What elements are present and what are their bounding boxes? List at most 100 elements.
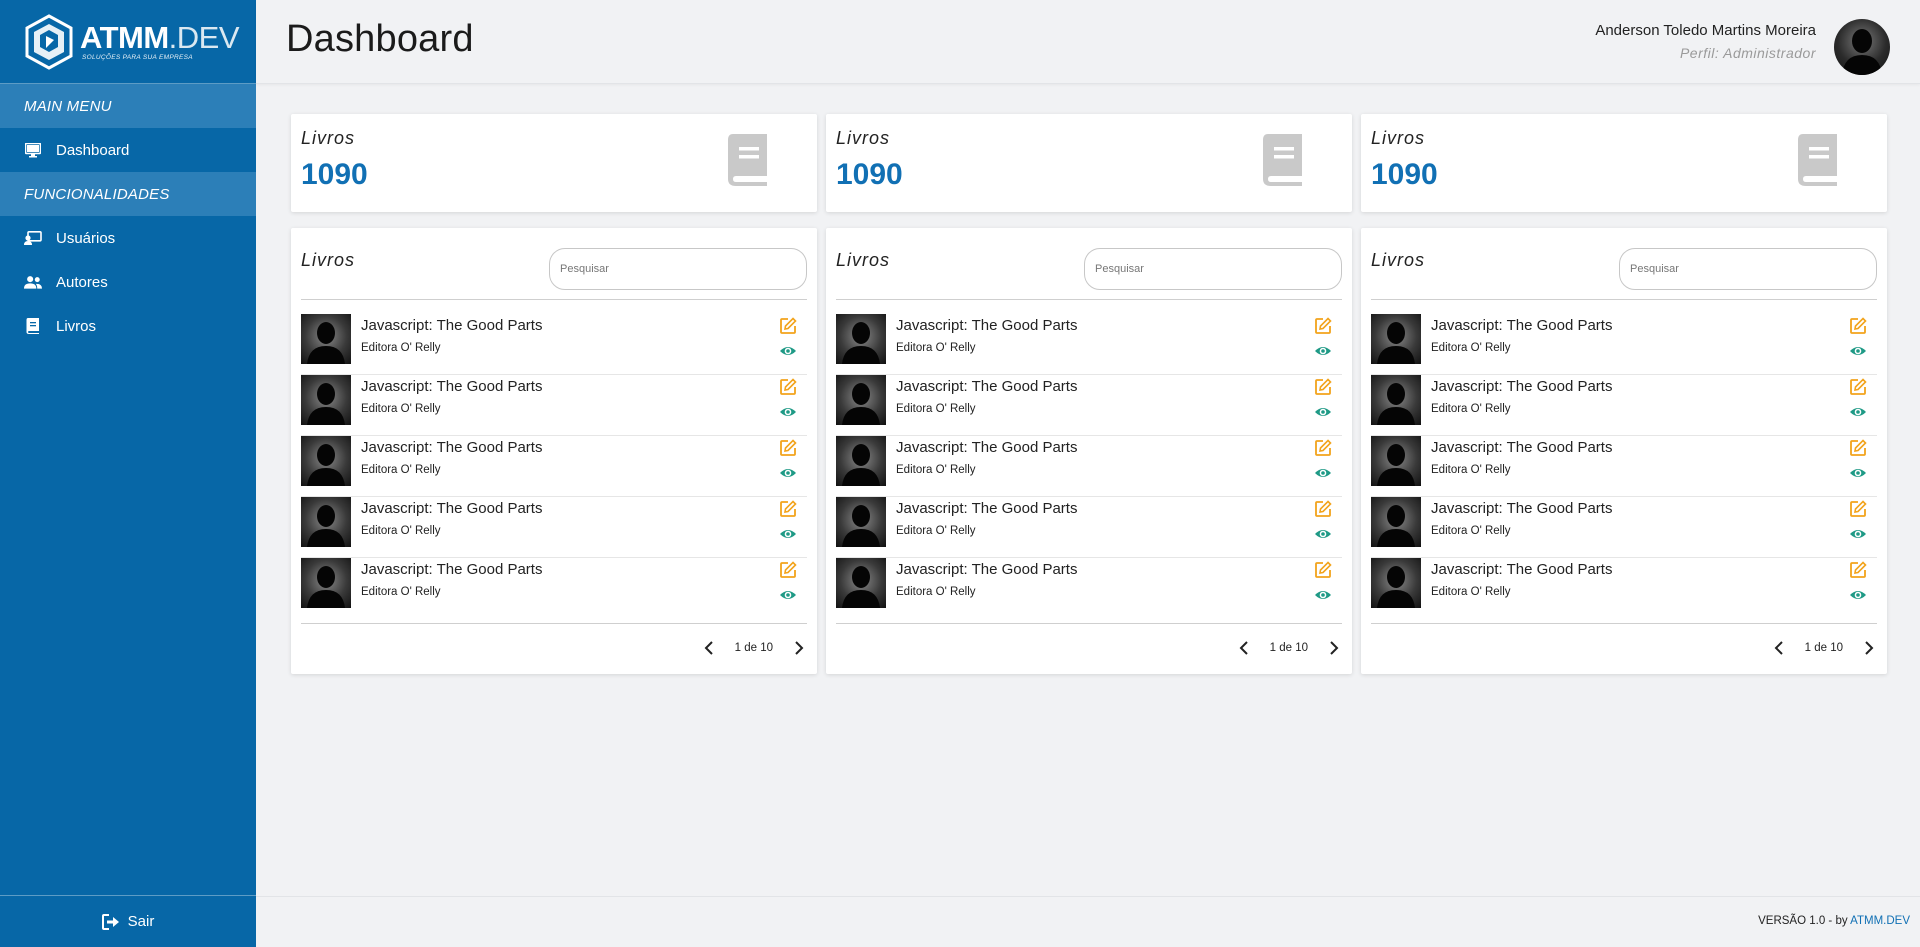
book-publisher: Editora O' Relly [1431,403,1511,415]
list-item[interactable]: Javascript: The Good Parts Editora O' Rel… [1371,558,1877,619]
edit-icon[interactable] [1314,378,1332,396]
eye-icon[interactable] [779,586,797,604]
chevron-right-icon[interactable] [791,640,807,656]
list-item[interactable]: Javascript: The Good Parts Editora O' Rel… [836,558,1342,619]
sidebar-item-autores[interactable]: Autores [0,260,256,304]
eye-icon[interactable] [779,525,797,543]
sidebar-item-livros[interactable]: Livros [0,304,256,348]
sidebar-item-label: Autores [56,273,108,291]
book-title: Javascript: The Good Parts [361,439,543,456]
book-thumbnail [301,436,351,486]
chevron-right-icon[interactable] [1326,640,1342,656]
user-silhouette-icon [1377,383,1415,425]
edit-icon[interactable] [1314,439,1332,457]
book-thumbnail [836,497,886,547]
eye-icon[interactable] [1849,464,1867,482]
page-indicator: 1 de 10 [734,642,773,654]
list-item[interactable]: Javascript: The Good Parts Editora O' Rel… [1371,314,1877,375]
chevron-left-icon[interactable] [701,640,717,656]
book-publisher: Editora O' Relly [896,586,976,598]
user-silhouette-icon [307,322,345,364]
edit-icon[interactable] [1314,561,1332,579]
book-thumbnail [1371,375,1421,425]
eye-icon[interactable] [1314,464,1332,482]
list-title: Livros [301,250,356,270]
book-title: Javascript: The Good Parts [896,561,1078,578]
eye-icon[interactable] [779,464,797,482]
book-thumbnail [301,497,351,547]
brand-logo[interactable]: ATMM.DEV SOLUÇÕES PARA SUA EMPRESA [0,0,256,84]
edit-icon[interactable] [779,439,797,457]
edit-icon[interactable] [1849,500,1867,518]
list-item[interactable]: Javascript: The Good Parts Editora O' Rel… [836,436,1342,497]
list-item[interactable]: Javascript: The Good Parts Editora O' Rel… [301,558,807,619]
eye-icon[interactable] [1849,525,1867,543]
book-title: Javascript: The Good Parts [361,378,543,395]
edit-icon[interactable] [1314,500,1332,518]
eye-icon[interactable] [779,342,797,360]
book-thumbnail [836,375,886,425]
edit-icon[interactable] [1849,317,1867,335]
user-silhouette-icon [842,444,880,486]
search-input[interactable] [1619,248,1877,290]
list-item[interactable]: Javascript: The Good Parts Editora O' Rel… [301,497,807,558]
list-item[interactable]: Javascript: The Good Parts Editora O' Rel… [301,436,807,497]
edit-icon[interactable] [779,378,797,396]
eye-icon[interactable] [1849,342,1867,360]
book-list-card: Livros Javascript: The Good Parts Editora… [826,228,1352,674]
footer-link[interactable]: ATMM.DEV [1850,915,1910,927]
logout-button[interactable]: Sair [0,895,256,947]
stat-value: 1090 [1371,158,1438,191]
book-thumbnail [836,436,886,486]
book-publisher: Editora O' Relly [896,403,976,415]
edit-icon[interactable] [1849,439,1867,457]
book-title: Javascript: The Good Parts [1431,500,1613,517]
stat-value: 1090 [301,158,368,191]
eye-icon[interactable] [1314,586,1332,604]
eye-icon[interactable] [1314,403,1332,421]
edit-icon[interactable] [779,317,797,335]
users-admin-icon [24,229,42,247]
edit-icon[interactable] [1849,561,1867,579]
list-item[interactable]: Javascript: The Good Parts Editora O' Rel… [301,314,807,375]
book-publisher: Editora O' Relly [1431,586,1511,598]
sidebar-item-usuarios[interactable]: Usuários [0,216,256,260]
eye-icon[interactable] [1849,586,1867,604]
version-text: VERSÃO 1.0 - by ATMM.DEV [1758,915,1910,927]
list-item[interactable]: Javascript: The Good Parts Editora O' Rel… [1371,497,1877,558]
pagination: 1 de 10 [1236,638,1342,658]
user-silhouette-icon [1377,444,1415,486]
edit-icon[interactable] [779,561,797,579]
sidebar-item-dashboard[interactable]: Dashboard [0,128,256,172]
list-item[interactable]: Javascript: The Good Parts Editora O' Rel… [836,375,1342,436]
book-list-card: Livros Javascript: The Good Parts Editora… [1361,228,1887,674]
search-input[interactable] [549,248,807,290]
list-title: Livros [1371,250,1426,270]
book-icon [24,317,42,335]
list-item[interactable]: Javascript: The Good Parts Editora O' Rel… [1371,436,1877,497]
chevron-left-icon[interactable] [1771,640,1787,656]
stat-card: Livros 1090 [1361,114,1887,212]
book-publisher: Editora O' Relly [361,403,441,415]
edit-icon[interactable] [1849,378,1867,396]
list-item[interactable]: Javascript: The Good Parts Editora O' Rel… [836,314,1342,375]
edit-icon[interactable] [779,500,797,518]
list-item[interactable]: Javascript: The Good Parts Editora O' Rel… [301,375,807,436]
chevron-right-icon[interactable] [1861,640,1877,656]
eye-icon[interactable] [1314,525,1332,543]
eye-icon[interactable] [1849,403,1867,421]
stat-label: Livros [836,128,891,148]
eye-icon[interactable] [1314,342,1332,360]
stat-label: Livros [301,128,356,148]
avatar[interactable] [1834,19,1890,75]
sidebar-item-label: Livros [56,317,97,335]
list-item[interactable]: Javascript: The Good Parts Editora O' Rel… [1371,375,1877,436]
eye-icon[interactable] [779,403,797,421]
chevron-left-icon[interactable] [1236,640,1252,656]
search-input[interactable] [1084,248,1342,290]
divider [301,299,807,300]
list-item[interactable]: Javascript: The Good Parts Editora O' Rel… [836,497,1342,558]
edit-icon[interactable] [1314,317,1332,335]
brand-tagline: SOLUÇÕES PARA SUA EMPRESA [82,54,193,61]
user-silhouette-icon [842,566,880,608]
